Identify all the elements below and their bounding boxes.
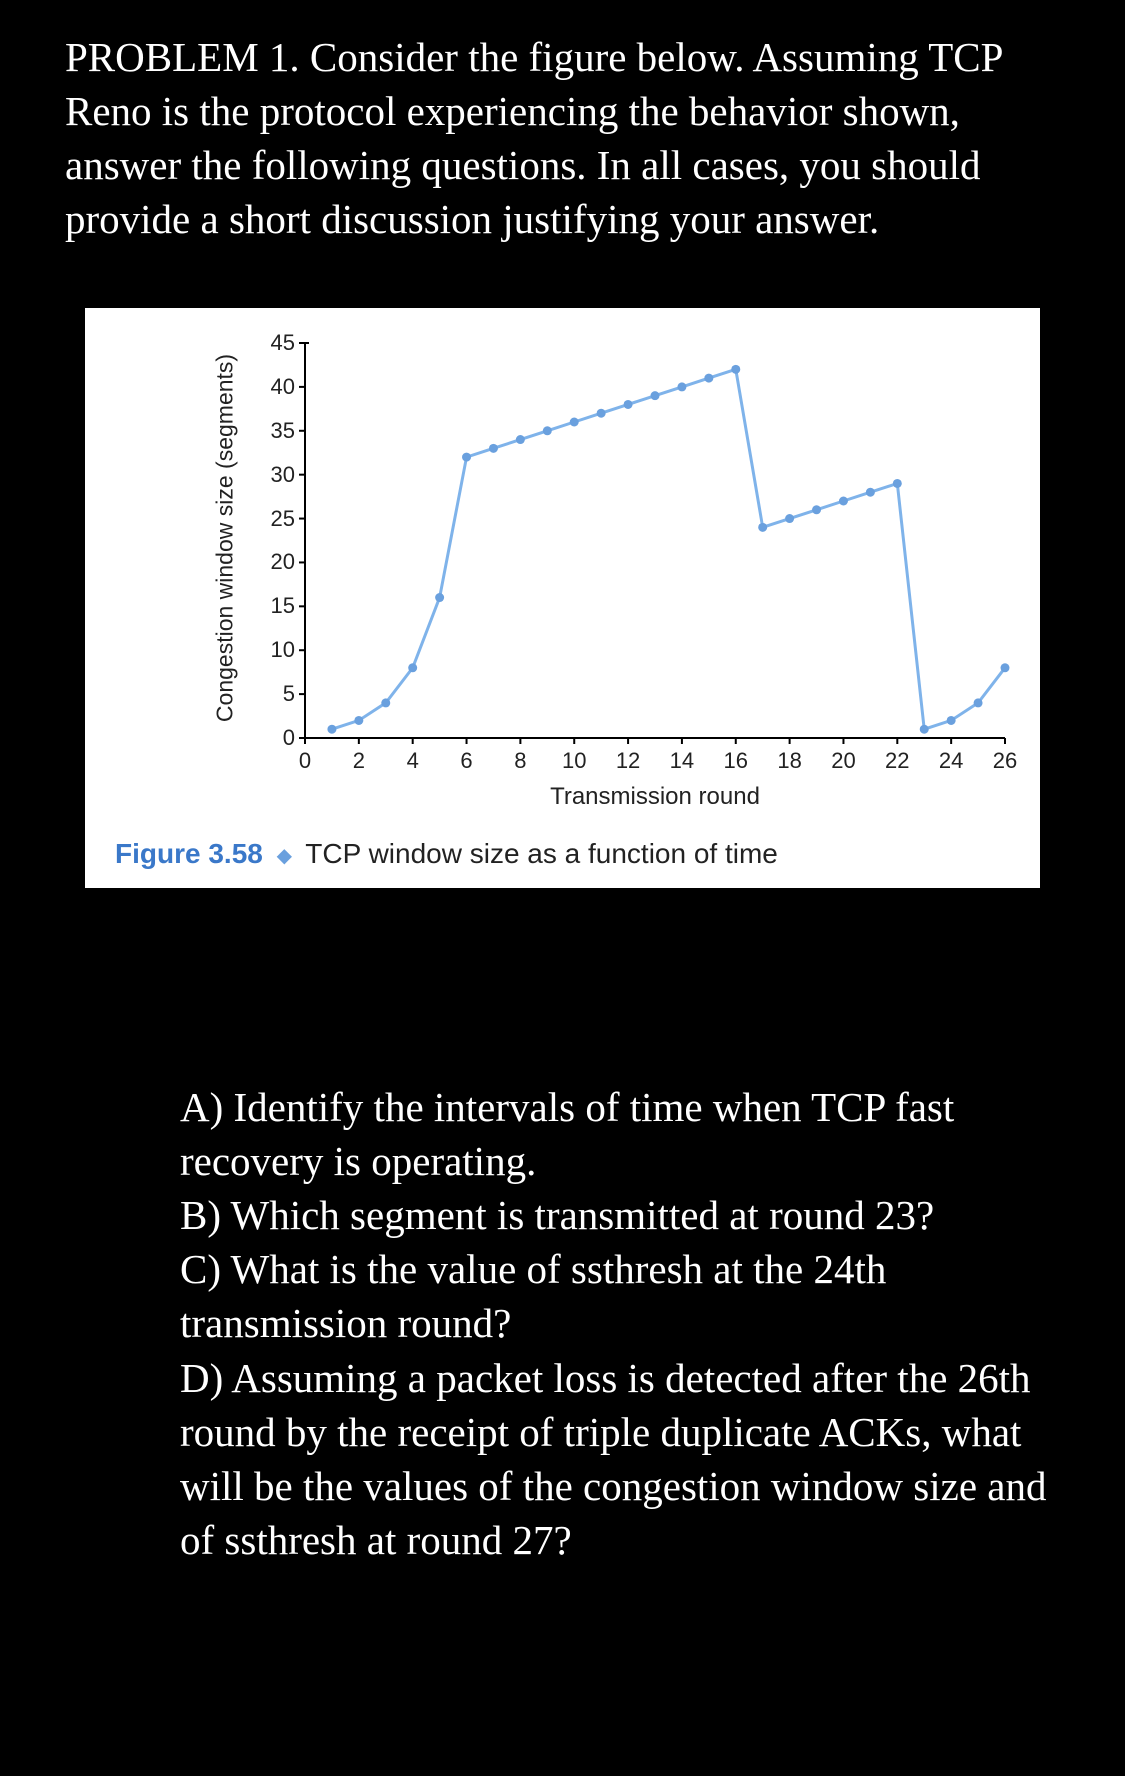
question-d: D) Assuming a packet loss is detected af…: [180, 1351, 1060, 1567]
figure-box: Congestion window size (segments) Transm…: [85, 308, 1040, 888]
x-tick-label: 14: [670, 748, 694, 774]
y-tick-label: 15: [271, 593, 303, 619]
figure-caption: Figure 3.58 ◆ TCP window size as a funct…: [115, 838, 778, 870]
y-tick-label: 10: [271, 637, 303, 663]
x-tick-label: 0: [299, 748, 311, 774]
x-tick-label: 12: [616, 748, 640, 774]
x-tick-label: 24: [939, 748, 963, 774]
y-tick-label: 20: [271, 549, 303, 575]
chart-svg: [305, 343, 1005, 738]
figure-number: Figure 3.58: [115, 838, 263, 869]
question-b: B) Which segment is transmitted at round…: [180, 1188, 1060, 1242]
x-tick-label: 8: [514, 748, 526, 774]
y-axis-label: Congestion window size (segments): [212, 354, 239, 722]
question-c: C) What is the value of ssthresh at the …: [180, 1242, 1060, 1350]
x-tick-label: 6: [460, 748, 472, 774]
y-tick-label: 25: [271, 506, 303, 532]
x-tick-label: 26: [993, 748, 1017, 774]
y-tick-label: 40: [271, 374, 303, 400]
chart-area: [305, 343, 1005, 738]
question-a: A) Identify the intervals of time when T…: [180, 1080, 1060, 1188]
x-tick-label: 10: [562, 748, 586, 774]
problem-statement: PROBLEM 1. Consider the figure below. As…: [65, 30, 1065, 246]
y-tick-label: 35: [271, 418, 303, 444]
x-tick-label: 2: [353, 748, 365, 774]
x-tick-label: 20: [831, 748, 855, 774]
x-tick-label: 4: [407, 748, 419, 774]
y-tick-label: 45: [271, 330, 303, 356]
questions-block: A) Identify the intervals of time when T…: [180, 1080, 1060, 1567]
page: PROBLEM 1. Consider the figure below. As…: [0, 0, 1125, 1776]
x-tick-label: 18: [777, 748, 801, 774]
figure-caption-text: TCP window size as a function of time: [305, 838, 778, 869]
y-tick-label: 30: [271, 462, 303, 488]
x-axis-label: Transmission round: [550, 783, 760, 811]
x-tick-label: 22: [885, 748, 909, 774]
diamond-icon: ◆: [277, 845, 292, 867]
x-tick-label: 16: [724, 748, 748, 774]
y-tick-label: 5: [283, 681, 303, 707]
